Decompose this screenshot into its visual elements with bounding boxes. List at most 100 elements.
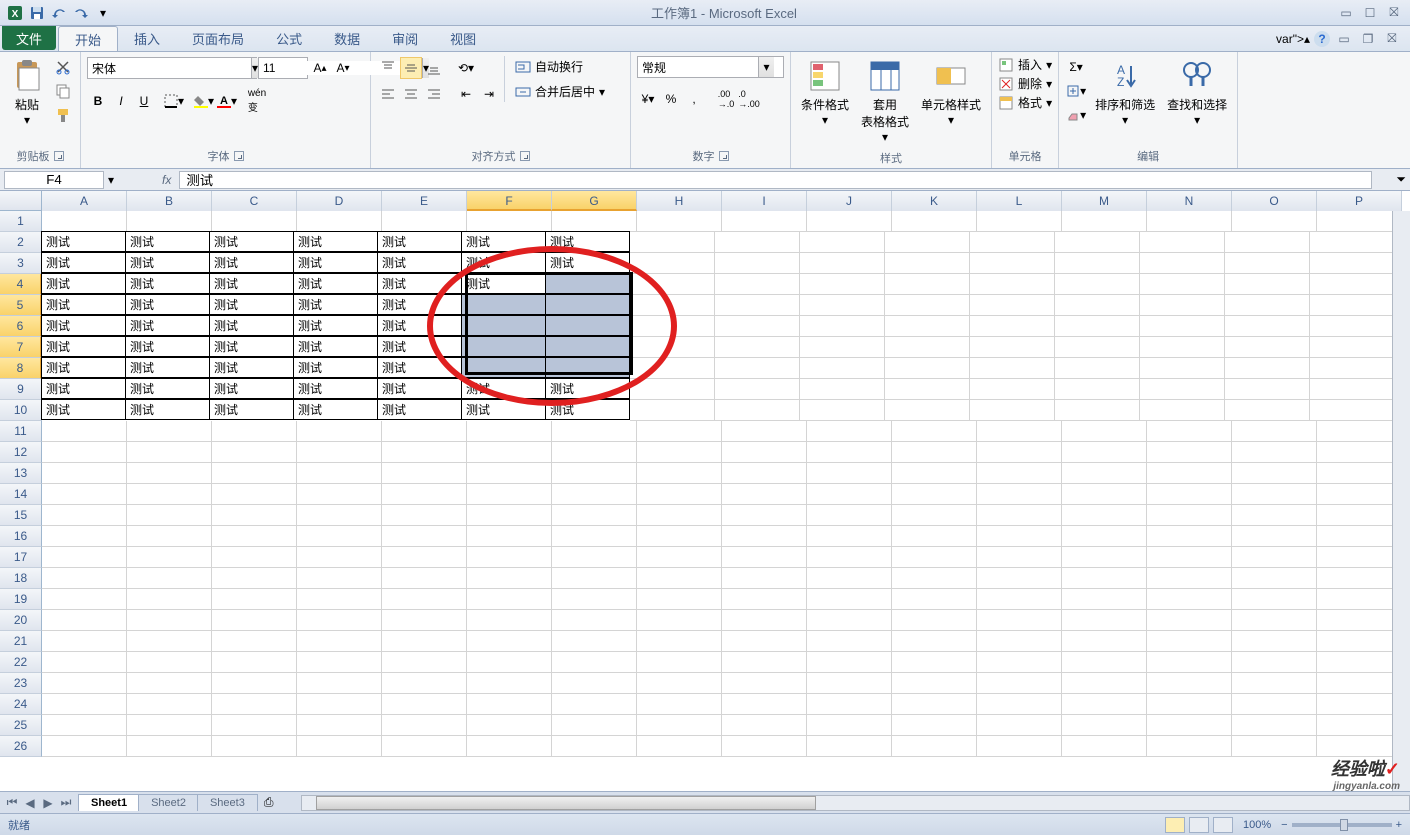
- cell[interactable]: [467, 463, 552, 484]
- cell[interactable]: 测试: [125, 231, 210, 252]
- cell[interactable]: [127, 547, 212, 568]
- cell[interactable]: [297, 505, 382, 526]
- cell[interactable]: 测试: [545, 231, 630, 252]
- cell[interactable]: [1147, 631, 1232, 652]
- align-right-icon[interactable]: [423, 83, 445, 105]
- cell[interactable]: [1062, 526, 1147, 547]
- cell[interactable]: 测试: [293, 273, 378, 294]
- cell[interactable]: [970, 253, 1055, 274]
- cell[interactable]: [892, 715, 977, 736]
- cell[interactable]: [630, 274, 715, 295]
- cell[interactable]: [1062, 673, 1147, 694]
- cell[interactable]: [722, 211, 807, 232]
- cell[interactable]: [297, 484, 382, 505]
- cell[interactable]: [637, 526, 722, 547]
- font-name-combo[interactable]: ▾: [87, 57, 257, 79]
- cell[interactable]: 测试: [377, 273, 462, 294]
- cell[interactable]: [1225, 253, 1310, 274]
- cell[interactable]: [1140, 232, 1225, 253]
- prev-sheet-icon[interactable]: ◀: [22, 795, 38, 811]
- cell[interactable]: [1317, 673, 1402, 694]
- cell[interactable]: 测试: [209, 336, 294, 357]
- align-left-icon[interactable]: [377, 83, 399, 105]
- doc-restore-icon[interactable]: ❐: [1358, 30, 1378, 48]
- cell[interactable]: [297, 547, 382, 568]
- cell[interactable]: [885, 316, 970, 337]
- cell[interactable]: [1140, 337, 1225, 358]
- cell[interactable]: 测试: [377, 315, 462, 336]
- cell[interactable]: [1232, 505, 1317, 526]
- cell[interactable]: [970, 232, 1055, 253]
- cell[interactable]: [970, 400, 1055, 421]
- cell[interactable]: [885, 274, 970, 295]
- copy-icon[interactable]: [52, 80, 74, 102]
- cell[interactable]: [1310, 379, 1395, 400]
- cell[interactable]: [467, 568, 552, 589]
- cell[interactable]: [637, 652, 722, 673]
- cell[interactable]: 测试: [209, 252, 294, 273]
- autosum-icon[interactable]: Σ▾: [1065, 56, 1087, 78]
- cut-icon[interactable]: [52, 56, 74, 78]
- increase-indent-icon[interactable]: ⇥: [478, 83, 500, 105]
- cell[interactable]: [1317, 421, 1402, 442]
- cell[interactable]: [722, 568, 807, 589]
- cell[interactable]: [212, 463, 297, 484]
- cell[interactable]: [1055, 337, 1140, 358]
- cell[interactable]: [977, 421, 1062, 442]
- page-break-view-icon[interactable]: [1213, 817, 1233, 833]
- cell[interactable]: [807, 631, 892, 652]
- cell[interactable]: [892, 211, 977, 232]
- cell[interactable]: [892, 610, 977, 631]
- cell[interactable]: [1232, 652, 1317, 673]
- cell[interactable]: [297, 589, 382, 610]
- cell[interactable]: [552, 463, 637, 484]
- cell[interactable]: [127, 610, 212, 631]
- first-sheet-icon[interactable]: ⏮: [4, 795, 20, 811]
- cell[interactable]: [382, 526, 467, 547]
- row-header[interactable]: 13: [0, 463, 42, 484]
- column-header[interactable]: J: [807, 191, 892, 211]
- row-header[interactable]: 3: [0, 253, 42, 274]
- cell[interactable]: 测试: [125, 378, 210, 399]
- cell[interactable]: [42, 526, 127, 547]
- cell[interactable]: [382, 442, 467, 463]
- column-header[interactable]: P: [1317, 191, 1402, 211]
- cell[interactable]: [885, 253, 970, 274]
- cell[interactable]: [892, 505, 977, 526]
- row-header[interactable]: 20: [0, 610, 42, 631]
- cell[interactable]: 测试: [125, 294, 210, 315]
- cell[interactable]: [297, 526, 382, 547]
- cell[interactable]: [977, 694, 1062, 715]
- cell[interactable]: [1062, 694, 1147, 715]
- cell[interactable]: 测试: [293, 252, 378, 273]
- cell[interactable]: 测试: [209, 399, 294, 420]
- cell[interactable]: [722, 484, 807, 505]
- cell[interactable]: [1232, 547, 1317, 568]
- column-header[interactable]: F: [467, 191, 552, 211]
- cell[interactable]: [977, 673, 1062, 694]
- cell[interactable]: [42, 484, 127, 505]
- cell[interactable]: [1147, 715, 1232, 736]
- cell[interactable]: [715, 337, 800, 358]
- cell-styles-button[interactable]: 单元格样式▾: [917, 56, 985, 131]
- cell[interactable]: 测试: [377, 294, 462, 315]
- cell[interactable]: [1317, 526, 1402, 547]
- cell[interactable]: [552, 610, 637, 631]
- cell[interactable]: 测试: [209, 294, 294, 315]
- cell[interactable]: [715, 253, 800, 274]
- cell[interactable]: [42, 715, 127, 736]
- cell[interactable]: [1062, 547, 1147, 568]
- cell[interactable]: 测试: [209, 357, 294, 378]
- cell[interactable]: [42, 442, 127, 463]
- cell[interactable]: [977, 589, 1062, 610]
- cell[interactable]: [1147, 505, 1232, 526]
- cell[interactable]: [545, 315, 630, 336]
- page-layout-view-icon[interactable]: [1189, 817, 1209, 833]
- cell[interactable]: [552, 421, 637, 442]
- column-header[interactable]: A: [42, 191, 127, 211]
- cell[interactable]: [1225, 400, 1310, 421]
- cell[interactable]: [1317, 484, 1402, 505]
- cell[interactable]: [637, 421, 722, 442]
- cell[interactable]: [807, 547, 892, 568]
- cell[interactable]: [1232, 421, 1317, 442]
